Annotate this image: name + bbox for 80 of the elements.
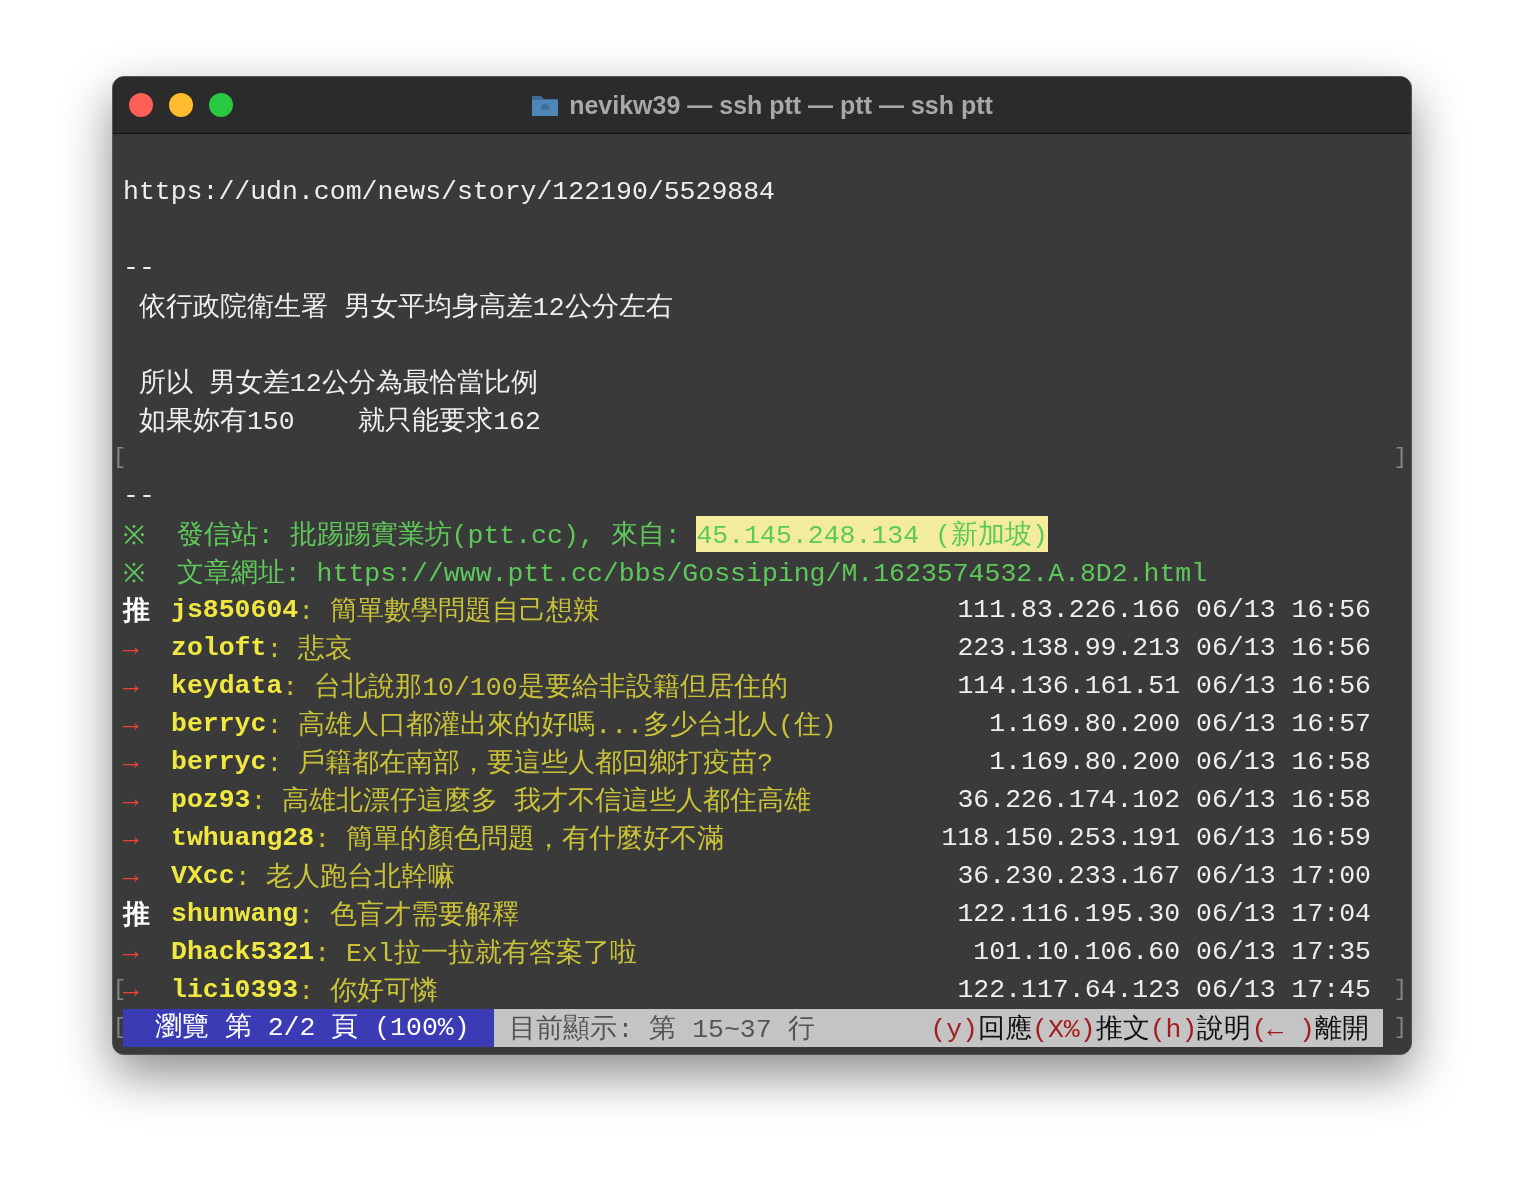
username: berryc [171, 709, 267, 739]
timestamp: 06/13 16:56 [1196, 671, 1371, 701]
ip-address: 111.83.226.166 [957, 595, 1181, 625]
username: poz93 [171, 785, 251, 815]
comment-text: : 高雄人口都灌出來的好嗎...多少台北人(住) [266, 709, 837, 742]
edge-marker: [ [113, 444, 127, 472]
page-indicator: 瀏覽 第 2/2 頁 (100%) [123, 1009, 494, 1047]
edge-marker: ] [1393, 976, 1407, 1004]
ip-address: 122.117.64.123 [957, 975, 1181, 1005]
highlighted-text: 45.145.248.134 (新加坡) [696, 516, 1048, 552]
username: shunwang [171, 899, 299, 929]
timestamp: 06/13 17:45 [1196, 975, 1371, 1005]
ip-address: 223.138.99.213 [957, 633, 1181, 663]
timestamp: 06/13 16:57 [1196, 709, 1371, 739]
ip-address: 122.116.195.30 [957, 899, 1181, 929]
timestamp: 06/13 16:59 [1196, 823, 1371, 853]
timestamp: 06/13 16:56 [1196, 595, 1371, 625]
arrow-tag: → [123, 861, 171, 891]
arrow-tag: → [123, 937, 171, 967]
arrow-tag: → [123, 633, 171, 663]
arrow-tag: → [123, 671, 171, 701]
comment-text: : 老人跑台北幹嘛 [234, 861, 456, 894]
comment-text: : Exl拉一拉就有答案了啦 [314, 937, 637, 970]
timestamp: 06/13 17:35 [1196, 937, 1371, 967]
comment-text: : 簡單的顏色問題，有什麼好不滿 [314, 823, 724, 856]
comment-text: : 戶籍都在南部，要這些人都回鄉打疫苗? [266, 747, 774, 780]
text-line: 如果妳有150 就只能要求162 [137, 406, 541, 438]
arrow-tag: → [123, 823, 171, 853]
timestamp: 06/13 16:56 [1196, 633, 1371, 663]
ip-address: 36.226.174.102 [957, 785, 1181, 815]
signature-text: 發信站: 批踢踢實業坊(ptt.cc), 來自: [175, 519, 682, 552]
text-line: https://udn.com/news/story/122190/5529884 [123, 177, 775, 207]
push-tag: 推 [123, 896, 171, 932]
comment-text: : 簡單數學問題自己想辣 [298, 595, 601, 628]
ip-address: 114.136.161.51 [957, 671, 1181, 701]
username: zoloft [171, 633, 267, 663]
signature-text: 文章網址: https://www.ptt.cc/bbs/Gossiping/M.1623574532.A.8D2.html [175, 557, 1208, 590]
username: lici0393 [171, 975, 299, 1005]
key-hint[interactable]: (← )離開 [1251, 1010, 1369, 1046]
username: VXcc [171, 861, 235, 891]
reference-mark: ※ [123, 559, 145, 590]
timestamp: 06/13 17:04 [1196, 899, 1371, 929]
arrow-tag: → [123, 785, 171, 815]
text-line: 依行政院衛生署 男女平均身高差12公分左右 [137, 291, 673, 324]
timestamp: 06/13 17:00 [1196, 861, 1371, 891]
username: js850604 [171, 595, 299, 625]
ip-address: 101.10.106.60 [973, 937, 1181, 967]
text-line: -- [123, 253, 155, 283]
ip-address: 1.169.80.200 [989, 709, 1181, 739]
zoom-button[interactable] [209, 93, 233, 117]
close-button[interactable] [129, 93, 153, 117]
comment-text: : 台北說那10/100是要給非設籍但居住的 [282, 671, 788, 704]
key-hint[interactable]: (h)說明 [1149, 1010, 1252, 1046]
edge-marker: ] [1393, 444, 1407, 472]
folder-icon [531, 93, 560, 117]
key-hint[interactable]: (X%)推文 [1032, 1010, 1150, 1046]
arrow-tag: → [123, 747, 171, 777]
minimize-button[interactable] [169, 93, 193, 117]
push-tag: 推 [123, 592, 171, 628]
timestamp: 06/13 16:58 [1196, 747, 1371, 777]
line-range-text: 目前顯示: 第 15~37 行 [508, 1013, 816, 1046]
edge-marker: ] [1393, 1014, 1407, 1042]
reference-mark: ※ [123, 521, 145, 552]
ip-address: 118.150.253.191 [941, 823, 1181, 853]
username: Dhack5321 [171, 937, 315, 967]
ip-address: 1.169.80.200 [989, 747, 1181, 777]
text-line: 所以 男女差12公分為最恰當比例 [137, 368, 538, 400]
comment-text: : 高雄北漂仔這麼多 我才不信這些人都住高雄 [250, 785, 812, 818]
timestamp: 06/13 16:58 [1196, 785, 1371, 815]
window-title: nevikw39 — ssh ptt — ptt — ssh ptt [569, 90, 993, 120]
ip-address: 36.230.233.167 [957, 861, 1181, 891]
key-hint[interactable]: (y)回應 [930, 1010, 1033, 1046]
username: keydata [171, 671, 283, 701]
comment-text: : 色盲才需要解釋 [298, 899, 520, 932]
arrow-tag: → [123, 709, 171, 739]
username: berryc [171, 747, 267, 777]
comment-text: : 悲哀 [266, 633, 353, 666]
comment-text: : 你好可憐 [298, 975, 439, 1008]
text-line: -- [123, 481, 155, 511]
username: twhuang28 [171, 823, 315, 853]
